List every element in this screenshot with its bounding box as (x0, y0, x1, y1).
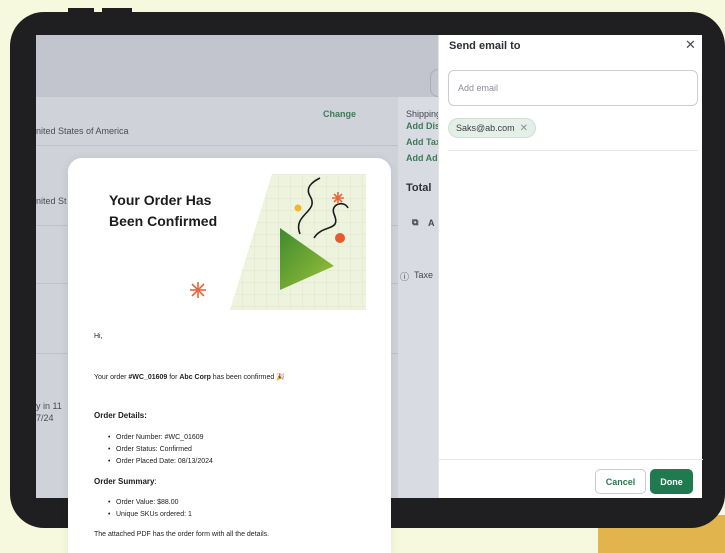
divider (448, 150, 698, 151)
divider (439, 459, 703, 460)
attach-text: A (428, 218, 435, 228)
list-item: Unique SKUs ordered: 1 (108, 511, 192, 518)
order-id: #WC_01609 (128, 374, 168, 381)
order-summary-title: Order Summary: (94, 477, 157, 486)
taxes-text: Taxe (414, 270, 434, 280)
list-item: Order Number: #WC_01609 (108, 434, 204, 441)
order-details-title: Order Details: (94, 411, 147, 420)
device-camera-bump (68, 8, 94, 16)
item-text: y in 11 (36, 401, 62, 411)
total-label: Total (406, 182, 432, 194)
info-icon: ⓘ (400, 272, 410, 282)
company-name: Abc Corp (179, 374, 211, 381)
country-text: nited St (36, 196, 67, 206)
done-button[interactable]: Done (650, 469, 693, 494)
party-popper-illustration (230, 174, 366, 310)
add-tax-link: Add Tax (406, 137, 441, 147)
drawer-title: Send email to (449, 40, 521, 52)
recipient-chip: Saks@ab.com ✕ (448, 118, 537, 138)
email-preview-card: Your Order Has Been Confirmed Hi, Your o… (68, 158, 391, 553)
device-camera-bump (102, 8, 132, 16)
greeting-text: Hi, (94, 333, 103, 340)
device-side-button (10, 44, 18, 80)
cancel-button[interactable]: Cancel (595, 469, 646, 494)
text-fragment: for (167, 374, 180, 381)
send-email-drawer: Send email to ✕ Saks@ab.com ✕ Cancel Don… (438, 35, 703, 498)
list-item: Order Value: $88.00 (108, 499, 178, 506)
email-input[interactable] (448, 70, 698, 106)
list-item: Order Status: Confirmed (108, 446, 192, 453)
footer-text: The attached PDF has the order form with… (94, 531, 270, 538)
order-summary-colon: : (154, 477, 157, 486)
add-discount-link: Add Dis (406, 121, 441, 131)
recipient-email: Saks@ab.com (456, 123, 515, 133)
item-date-text: 7/24 (36, 413, 54, 423)
remove-recipient-icon[interactable]: ✕ (520, 123, 528, 134)
country-text: nited States of America (36, 126, 129, 136)
attach-icon: ⧉ (412, 217, 419, 227)
add-address-link: Add Ad (406, 153, 438, 163)
close-icon[interactable]: ✕ (685, 37, 696, 53)
text-fragment: Your order (94, 374, 129, 381)
email-hero: Your Order Has Been Confirmed (68, 158, 366, 310)
order-confirm-text: Your order #WC_01609 for Abc Corp has be… (94, 373, 285, 381)
order-summary-label: Order Summary (94, 477, 155, 486)
shipping-label: Shipping (406, 109, 442, 119)
list-item: Order Placed Date: 08/13/2024 (108, 458, 213, 465)
divider (36, 145, 402, 146)
change-link: Change (323, 109, 357, 119)
sparkle-icon (190, 282, 206, 298)
text-fragment: has been confirmed 🎉 (210, 374, 285, 381)
